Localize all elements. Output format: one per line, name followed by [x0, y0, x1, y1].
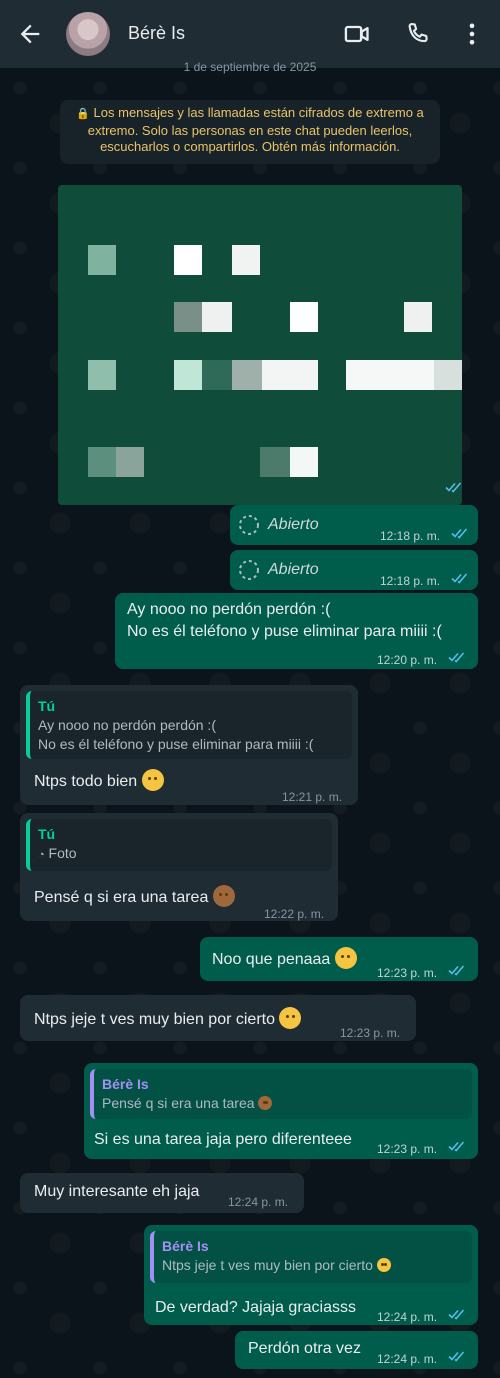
- contact-name[interactable]: Bérè Is: [128, 23, 185, 44]
- quote-author: Bérè Is: [102, 1076, 149, 1092]
- quoted-message[interactable]: Tú ◔ Foto: [26, 819, 332, 871]
- message-text: Si es una tarea jaja pero diferenteee: [94, 1131, 352, 1148]
- message-time: 12:24 p. m.: [377, 1310, 438, 1324]
- message-bubble[interactable]: Bérè Is Pensé q si era una tarea Si es u…: [84, 1063, 478, 1159]
- message-time: 12:18 p. m.: [380, 574, 441, 588]
- see-no-evil-monkey-emoji-icon: [258, 1096, 273, 1110]
- wavy-smile-emoji-icon: [334, 947, 357, 969]
- message-time: 12:22 p. m.: [264, 907, 325, 921]
- message-text-content: Ntps todo bien: [34, 773, 138, 790]
- more-options-icon[interactable]: [458, 20, 486, 48]
- message-text: Perdón otra vez: [248, 1340, 361, 1357]
- quote-text-content: Ntps jeje t ves muy bien por cierto: [162, 1257, 373, 1273]
- message-text: Ntps todo bien: [34, 769, 164, 792]
- quote-media-label: Foto: [48, 845, 77, 861]
- message-bubble[interactable]: Abierto 12:18 p. m.: [230, 550, 478, 590]
- message-text: Muy interesante eh jaja: [34, 1183, 200, 1200]
- message-text-content: Pensé q si era una tarea: [34, 889, 209, 906]
- read-ticks-icon: [448, 965, 465, 976]
- quote-author: Tú: [38, 698, 56, 714]
- view-once-opened-icon: [239, 560, 259, 580]
- quote-text: ◔ Foto: [38, 844, 324, 865]
- video-call-icon[interactable]: [343, 20, 371, 48]
- encryption-notice[interactable]: 🔒 Los mensajes y las llamadas están cifr…: [60, 100, 440, 164]
- read-ticks-icon: [448, 1141, 465, 1152]
- message-text-content: Noo que penaaa: [212, 951, 331, 968]
- read-ticks-icon: [451, 528, 468, 539]
- quote-text: Ntps jeje t ves muy bien por cierto: [162, 1256, 464, 1275]
- date-chip: 1 de septiembre de 2025: [183, 60, 317, 74]
- message-text-content: Ntps jeje t ves muy bien por cierto: [34, 1011, 275, 1028]
- voice-call-icon[interactable]: [404, 20, 432, 48]
- avatar[interactable]: [66, 12, 110, 56]
- view-once-opened-icon: [239, 515, 259, 535]
- redacted-message: [58, 185, 462, 505]
- message-text-line: No es él teléfono y puse eliminar para m…: [127, 623, 442, 640]
- message-time: 12:18 p. m.: [380, 529, 441, 543]
- hand-over-mouth-emoji-icon: [279, 1007, 302, 1029]
- read-ticks-icon: [445, 482, 462, 493]
- message-text: Ntps jeje t ves muy bien por cierto: [34, 1007, 302, 1030]
- message-time: 12:20 p. m.: [377, 653, 438, 667]
- message-time: 12:24 p. m.: [377, 1352, 438, 1366]
- read-ticks-icon: [448, 1309, 465, 1320]
- quote-author: Bérè Is: [162, 1238, 209, 1254]
- chat-header: Bérè Is: [0, 0, 500, 68]
- message-bubble[interactable]: Abierto 12:18 p. m.: [230, 505, 478, 545]
- message-text: Abierto: [268, 561, 319, 578]
- message-bubble[interactable]: Ntps jeje t ves muy bien por cierto 12:2…: [20, 995, 416, 1041]
- message-bubble[interactable]: Ay nooo no perdón perdón :( No es él tel…: [115, 593, 478, 669]
- see-no-evil-monkey-emoji-icon: [212, 885, 235, 907]
- message-bubble[interactable]: Bérè Is Ntps jeje t ves muy bien por cie…: [144, 1225, 478, 1325]
- read-ticks-icon: [448, 1351, 465, 1362]
- message-bubble[interactable]: Muy interesante eh jaja 12:24 p. m.: [20, 1173, 304, 1213]
- message-text: Pensé q si era una tarea: [34, 885, 235, 908]
- message-time: 12:21 p. m.: [282, 790, 343, 804]
- read-ticks-icon: [451, 573, 468, 584]
- message-text: Noo que penaaa: [212, 947, 357, 970]
- quote-text: Pensé q si era una tarea: [102, 1094, 464, 1113]
- hand-over-mouth-emoji-icon: [376, 1258, 391, 1272]
- lock-icon: 🔒: [76, 108, 90, 120]
- message-text-line: Ay nooo no perdón perdón :(: [127, 601, 331, 618]
- quote-text-line: No es él teléfono y puse eliminar para m…: [38, 736, 314, 752]
- message-bubble[interactable]: Noo que penaaa 12:23 p. m.: [200, 937, 478, 981]
- message-time: 12:23 p. m.: [377, 1142, 438, 1156]
- encryption-text: Los mensajes y las llamadas están cifrad…: [87, 105, 424, 154]
- quote-text-content: Pensé q si era una tarea: [102, 1095, 255, 1111]
- message-time: 12:23 p. m.: [377, 966, 438, 980]
- quote-text-line: Ay nooo no perdón perdón :(: [38, 717, 216, 733]
- read-ticks-icon: [448, 652, 465, 663]
- view-once-icon: ◔: [38, 849, 45, 861]
- quoted-message[interactable]: Bérè Is Pensé q si era una tarea: [90, 1069, 472, 1119]
- message-text: Abierto: [268, 516, 319, 533]
- quoted-message[interactable]: Bérè Is Ntps jeje t ves muy bien por cie…: [150, 1231, 472, 1283]
- quoted-message[interactable]: Tú Ay nooo no perdón perdón :( No es él …: [26, 691, 352, 759]
- message-time: 12:23 p. m.: [340, 1026, 401, 1040]
- quote-author: Tú: [38, 826, 56, 842]
- message-bubble[interactable]: Tú ◔ Foto Pensé q si era una tarea 12:22…: [20, 813, 338, 921]
- smiling-face-emoji-icon: [141, 769, 164, 791]
- message-bubble[interactable]: Tú Ay nooo no perdón perdón :( No es él …: [20, 685, 358, 805]
- message-text: De verdad? Jajaja graciasss: [155, 1299, 356, 1316]
- message-time: 12:24 p. m.: [228, 1195, 289, 1209]
- message-bubble[interactable]: Perdón otra vez 12:24 p. m.: [235, 1331, 478, 1369]
- back-arrow-icon[interactable]: [16, 20, 44, 48]
